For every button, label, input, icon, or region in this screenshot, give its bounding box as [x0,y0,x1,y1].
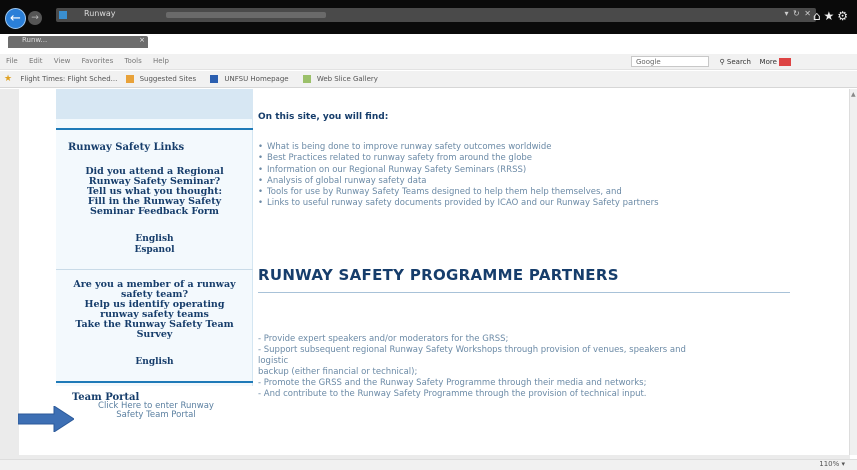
seminar-link-espanol[interactable]: Espanol [64,245,245,255]
toolbar-search: Google ⚲ Search More [631,56,791,67]
fav-item-web-slice[interactable]: Web Slice Gallery [302,75,384,83]
fav-label-web-slice: Web Slice Gallery [316,75,378,83]
fav-item-flight-times[interactable]: Flight Times: Flight Sched... [20,75,117,83]
back-button[interactable]: ← [5,8,26,29]
seminar-prompt: Did you attend a Regional Runway Safety … [64,167,245,217]
fav-label-suggested: Suggested Sites [139,75,197,83]
team-portal-link-line[interactable]: Safety Team Portal [76,411,236,420]
team-portal-link[interactable]: Click Here to enter Runway Safety Team P… [76,402,236,420]
scroll-up-icon[interactable]: ▲ [851,91,856,98]
zoom-value: 110% [819,460,840,468]
address-bar[interactable]: Runway ▾ ↻ ✕ [56,8,816,22]
forward-arrow-icon: → [31,13,39,23]
more-button-label: More [759,57,777,66]
more-button[interactable]: More [759,57,791,66]
main-content: On this site, you will find: What is bei… [258,89,818,451]
forward-button[interactable]: → [28,11,42,25]
fav-item-unfsu[interactable]: UNFSU Homepage [210,75,294,83]
vertical-scrollbar[interactable]: ▲ [849,89,857,455]
partners-divider [258,292,790,293]
favorites-bar: ★ Flight Times: Flight Sched... Suggeste… [0,71,857,88]
seminar-feedback-link[interactable]: Seminar Feedback Form [64,207,245,217]
address-url-blurred [166,12,326,18]
partner-line: - Support subsequent regional Runway Saf… [258,345,686,355]
more-flag-icon [778,57,791,66]
gear-icon: ⚙ [837,9,851,23]
browser-tab[interactable]: Runw... × [8,36,148,48]
search-icon: ⚲ [719,57,725,66]
back-arrow-icon: ← [10,11,21,26]
team-survey-link[interactable]: Survey [64,330,245,340]
favorites-list: ★ Flight Times: Flight Sched... Suggeste… [4,74,390,84]
zoom-level[interactable]: 110% ▾ [819,460,845,468]
menu-favorites[interactable]: Favorites [82,57,114,65]
star-icon: ★ [823,9,838,23]
list-item: Tools for use by Runway Safety Teams des… [258,187,818,198]
fav-item-suggested-sites[interactable]: Suggested Sites [125,75,203,83]
fav-label-unfsu: UNFSU Homepage [224,75,289,83]
search-input[interactable]: Google [631,56,709,67]
menu-help[interactable]: Help [153,57,169,65]
menu-items: File Edit View Favorites Tools Help [6,57,178,65]
tab-close-icon[interactable]: × [139,36,145,44]
partner-line: logistic [258,356,289,366]
sidebar-divider [56,128,253,130]
site-favicon-icon [59,11,67,19]
partner-line: - Provide expert speakers and/or moderat… [258,334,509,344]
window-icons[interactable]: ⌂★⚙ [813,9,851,23]
menu-view[interactable]: View [54,57,71,65]
tab-title: Runw... [22,36,48,44]
sidebar-top-panel [56,89,253,119]
partner-line: - And contribute to the Runway Safety Pr… [258,389,647,399]
list-item: Analysis of global runway safety data [258,176,818,187]
list-item: Best Practices related to runway safety … [258,153,818,164]
team-portal-box: Team Portal Click Here to enter Runway S… [56,386,253,451]
pointer-arrow-icon [18,406,74,432]
list-item: Information on our Regional Runway Safet… [258,165,818,176]
list-item: Links to useful runway safety documents … [258,198,818,209]
status-bar: 110% ▾ [0,459,857,470]
site-contents-heading: On this site, you will find: [258,112,389,122]
address-text: Runway [84,9,116,18]
list-item: What is being done to improve runway saf… [258,142,818,153]
menu-file[interactable]: File [6,57,18,65]
address-buttons[interactable]: ▾ ↻ ✕ [784,9,812,18]
sidebar-separator [56,269,253,270]
menu-edit[interactable]: Edit [29,57,43,65]
team-survey-prompt: Are you a member of a runway safety team… [64,280,245,340]
browser-window: ← → Runway ▾ ↻ ✕ ⌂★⚙ Runw... × File Edit… [0,0,857,470]
partners-heading: RUNWAY SAFETY PROGRAMME PARTNERS [258,266,619,284]
seminar-link-english[interactable]: English [64,234,245,244]
favorites-star-icon[interactable]: ★ [4,74,12,84]
web-slice-icon [302,75,311,83]
sidebar: Runway Safety Links Did you attend a Reg… [56,89,253,451]
runway-safety-links-heading: Runway Safety Links [68,142,185,153]
team-survey-link-english[interactable]: English [64,357,245,367]
menu-tools[interactable]: Tools [124,57,141,65]
suggested-sites-icon [125,75,134,83]
home-icon: ⌂ [812,9,824,23]
menu-bar: File Edit View Favorites Tools Help Goog… [0,54,857,70]
search-button[interactable]: ⚲ Search [720,58,751,66]
partner-line: - Promote the GRSS and the Runway Safety… [258,378,647,388]
partner-line: backup (either financial or technical); [258,367,418,377]
partners-description: - Provide expert speakers and/or moderat… [258,334,818,400]
site-contents-list: What is being done to improve runway saf… [258,142,818,210]
search-button-label: Search [726,57,751,66]
unfsu-icon [210,75,219,83]
sidebar-divider [56,381,253,383]
title-bar: ← → Runway ▾ ↻ ✕ ⌂★⚙ [0,0,857,34]
